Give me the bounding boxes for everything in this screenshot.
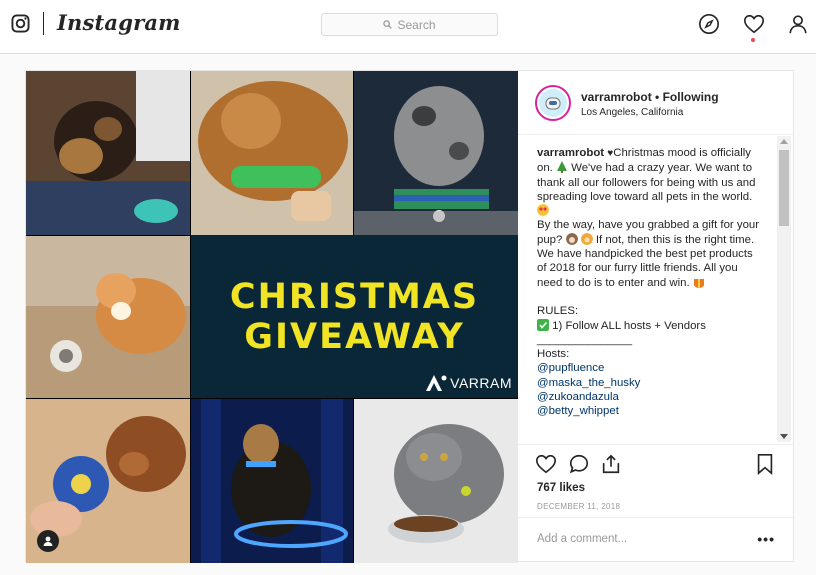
post-header: varramrobot • Following Los Angeles, Cal… [518, 71, 793, 135]
search-input[interactable]: Search [321, 13, 498, 36]
share-icon[interactable] [600, 453, 622, 475]
varram-robot-avatar-icon [539, 89, 567, 117]
author-avatar[interactable] [535, 85, 571, 121]
profile-icon[interactable] [787, 13, 809, 35]
caption-p1b: We've had a crazy year. We want to thank… [537, 162, 756, 203]
caption-username[interactable]: varramrobot [537, 147, 604, 159]
caption-scrollbar[interactable] [777, 136, 791, 442]
banner-headline-line2: GIVEAWAY [244, 316, 465, 357]
post-image-collage[interactable]: CHRISTMAS GIVEAWAY VARRAM [26, 71, 518, 563]
post-sidebar: varramrobot • Following Los Angeles, Cal… [518, 71, 793, 561]
varram-brand: VARRAM [425, 374, 512, 392]
host-link[interactable]: @zukoandazula [537, 391, 619, 403]
christmas-tree-emoji [557, 161, 568, 174]
rule-1: 1) Follow ALL hosts + Vendors [549, 319, 706, 332]
follow-dot: • [655, 90, 663, 104]
banner-headline-line1: CHRISTMAS [229, 276, 480, 317]
varram-logo-icon [426, 375, 447, 391]
heart-eyes-emoji [537, 204, 549, 217]
bookmark-icon[interactable] [754, 453, 776, 475]
photo-dog-water-hose [26, 71, 190, 235]
rules-label: RULES: [537, 305, 579, 318]
like-heart-icon[interactable] [535, 453, 557, 475]
caption-scroll-area[interactable]: varramrobot ♥Christmas mood is officiall… [518, 136, 793, 442]
brand-name: VARRAM [450, 375, 512, 391]
follow-status-button[interactable]: Following [663, 90, 719, 104]
author-username[interactable]: varramrobot [581, 90, 652, 104]
explore-icon[interactable] [698, 13, 720, 35]
christmas-giveaway-banner: CHRISTMAS GIVEAWAY VARRAM [191, 235, 518, 398]
check-mark-emoji [537, 318, 549, 331]
logo-separator [43, 12, 44, 35]
cat-face-emoji [580, 232, 593, 245]
dog-face-emoji [565, 232, 578, 245]
top-nav: Instagram Search [0, 0, 816, 54]
post-actions: 767 likes DECEMBER 11, 2018 Add a commen… [518, 444, 793, 561]
more-options-button[interactable]: ••• [757, 531, 775, 547]
gift-emoji [693, 278, 704, 288]
notification-dot [751, 38, 755, 42]
comment-bubble-icon[interactable] [568, 453, 590, 475]
user-tag-icon [43, 536, 53, 546]
caption-divider: _______________ [537, 333, 633, 346]
hosts-label: Hosts: [537, 348, 570, 361]
host-link[interactable]: @betty_whippet [537, 405, 619, 417]
photo-grey-cat-bowl [354, 399, 518, 563]
scroll-down-arrow-icon[interactable] [780, 434, 788, 439]
post-date[interactable]: DECEMBER 11, 2018 [537, 502, 620, 511]
host-link[interactable]: @maska_the_husky [537, 377, 640, 389]
post-card: CHRISTMAS GIVEAWAY VARRAM varramrobot • … [25, 70, 794, 563]
host-link[interactable]: @pupfluence [537, 362, 604, 374]
instagram-camera-icon[interactable] [11, 14, 30, 33]
scroll-up-arrow-icon[interactable] [780, 139, 788, 144]
photo-dog-led-leash [191, 399, 353, 563]
tagged-user-icon[interactable] [37, 530, 59, 552]
activity-heart-icon[interactable] [743, 13, 765, 35]
photo-great-dane-collar [354, 71, 518, 235]
photo-corgi-ball-robot [26, 236, 190, 398]
caption-text: varramrobot ♥Christmas mood is officiall… [537, 146, 761, 419]
comment-input[interactable]: Add a comment... [537, 533, 627, 545]
likes-count[interactable]: 767 likes [537, 482, 585, 494]
post-location[interactable]: Los Angeles, California [581, 107, 683, 118]
scrollbar-thumb[interactable] [779, 150, 789, 226]
photo-dog-green-toy [191, 71, 353, 235]
search-icon [383, 20, 393, 29]
search-placeholder: Search [397, 17, 436, 32]
author-line: varramrobot • Following [581, 90, 719, 104]
instagram-wordmark[interactable]: Instagram [57, 10, 181, 35]
comment-box: Add a comment... ••• [518, 517, 793, 562]
